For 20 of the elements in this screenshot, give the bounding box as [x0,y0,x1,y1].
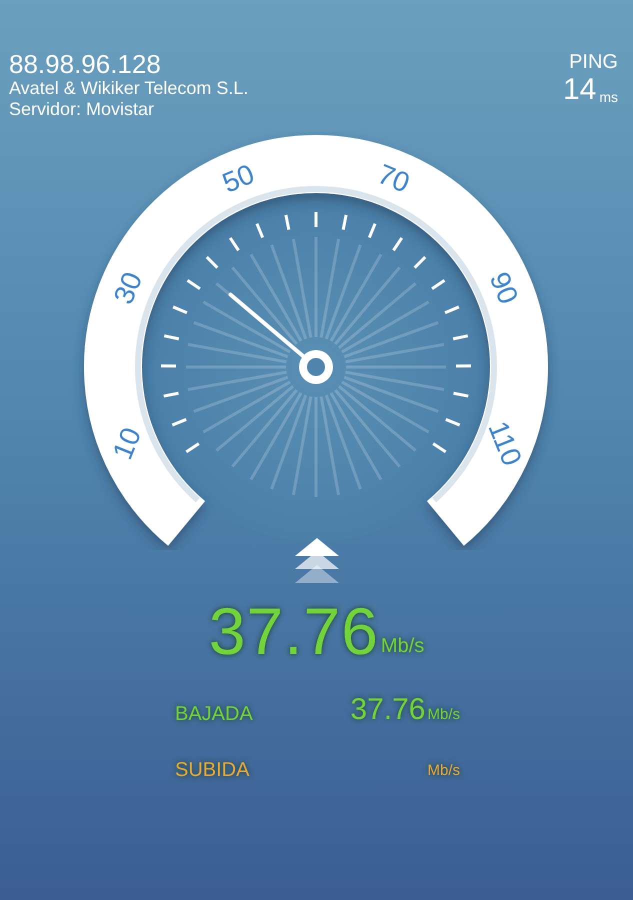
ping-value: 14 [562,74,596,106]
result-label: BAJADA [175,702,254,726]
server-name: Servidor: Movistar [9,99,156,120]
scale-label: 10 [106,423,148,464]
result-unit: Mb/s [427,706,460,724]
provider-name: Avatel & Wikiker Telecom S.L. [9,78,248,99]
scale-label: 70 [373,158,414,199]
ping-unit: ms [599,88,618,106]
result-label: SUBIDA [175,758,250,782]
scale-label: 50 [218,158,259,199]
scale-label: 90 [484,268,524,308]
speed-unit: Mb/s [380,634,424,658]
result-unit: Mb/s [427,762,460,780]
speed-value: 37.76 [208,598,379,664]
result-value: 37.76 [350,694,426,726]
scale-label: 30 [108,268,148,308]
ip-address: 88.98.96.128 [9,50,162,78]
upload-arrows-icon [294,538,338,584]
ping-label: PING [569,50,618,74]
scale-label: 110 [482,416,528,470]
